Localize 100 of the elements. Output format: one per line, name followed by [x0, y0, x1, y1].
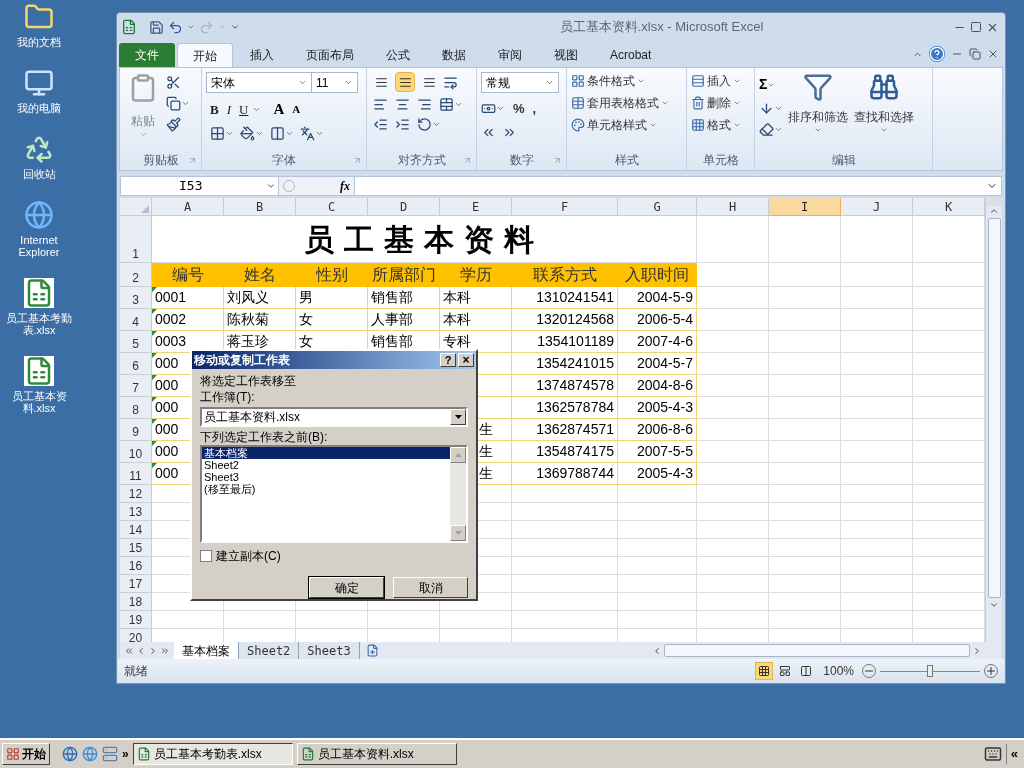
- view-button[interactable]: [755, 662, 774, 680]
- sheet-list-item[interactable]: (移至最后): [202, 483, 450, 495]
- row-number[interactable]: 9: [132, 424, 139, 440]
- scroll-down-icon[interactable]: [989, 600, 999, 610]
- cells-menu-button[interactable]: 插入: [691, 72, 741, 90]
- desktop-icon-label[interactable]: 员工基本考勤表.xlsx: [0, 312, 78, 336]
- keyboard-icon[interactable]: [983, 745, 1002, 763]
- column-header[interactable]: A: [152, 198, 224, 216]
- row-number[interactable]: 1: [132, 246, 139, 262]
- ribbon-tab[interactable]: 开始: [177, 43, 233, 67]
- ribbon-tab[interactable]: 页面布局: [291, 43, 369, 67]
- font-size-field[interactable]: 11: [312, 72, 358, 93]
- number-style-button[interactable]: ,: [532, 99, 537, 119]
- row-number[interactable]: 2: [132, 270, 139, 286]
- spreadsheet-file-icon[interactable]: [24, 356, 54, 386]
- brush-icon[interactable]: [166, 117, 181, 132]
- phonetic-guide-icon[interactable]: [300, 125, 315, 141]
- caret-icon[interactable]: [880, 126, 888, 134]
- browser-icon[interactable]: [82, 746, 98, 762]
- row-number[interactable]: 7: [132, 380, 139, 396]
- dialog-launcher-icon[interactable]: [553, 156, 562, 165]
- editing-menu-button[interactable]: 排序和筛选: [788, 108, 848, 126]
- checkbox[interactable]: [200, 550, 212, 562]
- autosum-button[interactable]: Σ: [759, 74, 768, 95]
- server-icon[interactable]: [102, 746, 118, 762]
- recycle-bin-icon[interactable]: [24, 134, 54, 164]
- desktop-icon-label[interactable]: 我的电脑: [17, 102, 61, 114]
- caret-icon[interactable]: [814, 126, 822, 134]
- column-header[interactable]: I: [769, 198, 841, 216]
- paste-button[interactable]: 粘贴: [131, 112, 155, 130]
- indent-icon[interactable]: [395, 117, 410, 132]
- more-button[interactable]: »: [122, 745, 129, 763]
- dialog-launcher-icon[interactable]: [463, 156, 472, 165]
- bold-button[interactable]: B: [210, 99, 219, 119]
- dialog-launcher-icon[interactable]: [353, 156, 362, 165]
- ribbon-tab[interactable]: 审阅: [483, 43, 537, 67]
- row-number[interactable]: 3: [132, 292, 139, 308]
- italic-button[interactable]: I: [226, 99, 231, 119]
- scroll-thumb[interactable]: [987, 218, 1001, 598]
- zoom-level[interactable]: 100%: [823, 662, 854, 680]
- ribbon-tab[interactable]: 公式: [371, 43, 425, 67]
- sort-filter-icon[interactable]: [803, 72, 833, 102]
- underline-button[interactable]: U: [239, 99, 249, 119]
- ok-button[interactable]: 确定: [309, 577, 384, 598]
- workbook-dropdown[interactable]: 员工基本资料.xlsx: [200, 407, 468, 427]
- fill-icon[interactable]: [759, 101, 774, 116]
- scroll-left-icon[interactable]: [652, 645, 662, 656]
- spreadsheet-app-icon[interactable]: [121, 19, 137, 35]
- desktop-icon-label[interactable]: 员工基本资料.xlsx: [0, 390, 78, 414]
- column-header[interactable]: G: [618, 198, 697, 216]
- font-color-icon[interactable]: [270, 125, 285, 141]
- column-header[interactable]: C: [296, 198, 368, 216]
- row-number[interactable]: 6: [132, 358, 139, 374]
- caret-icon[interactable]: [774, 125, 783, 134]
- desktop-icon-label[interactable]: 回收站: [22, 168, 56, 180]
- row-number[interactable]: 4: [132, 314, 139, 330]
- zoom-slider[interactable]: [880, 665, 980, 677]
- align-right-icon[interactable]: [417, 97, 432, 112]
- row-number[interactable]: 8: [132, 402, 139, 418]
- sheet-list-item[interactable]: Sheet3: [202, 471, 450, 483]
- wrap-text-icon[interactable]: [443, 74, 458, 90]
- save-icon[interactable]: [149, 19, 164, 35]
- tray-expand-button[interactable]: «: [1005, 744, 1022, 764]
- sheet-tab[interactable]: Sheet3: [299, 642, 360, 659]
- split-handle[interactable]: [986, 198, 1002, 206]
- cells-menu-button[interactable]: 格式: [691, 116, 741, 134]
- last-sheet-icon[interactable]: [160, 645, 170, 656]
- caret-icon[interactable]: [187, 23, 195, 31]
- column-header[interactable]: B: [224, 198, 296, 216]
- sheet-list-item[interactable]: 基本档案: [202, 447, 450, 459]
- caret-icon[interactable]: [774, 104, 783, 113]
- column-header[interactable]: F: [512, 198, 618, 216]
- zoom-slider-thumb[interactable]: [927, 665, 933, 677]
- merge-icon[interactable]: [439, 97, 454, 112]
- cancel-button[interactable]: 取消: [393, 577, 468, 598]
- scroll-up-icon[interactable]: [989, 206, 999, 216]
- taskbar-button[interactable]: 员工基本考勤表.xlsx: [132, 743, 293, 765]
- outdent-icon[interactable]: [373, 117, 388, 132]
- style-menu-button[interactable]: 套用表格格式: [571, 94, 669, 112]
- number-format-field[interactable]: 常规: [481, 72, 559, 93]
- cells-menu-button[interactable]: 删除: [691, 94, 741, 112]
- ribbon-tab[interactable]: 视图: [539, 43, 593, 67]
- sheet-list-item[interactable]: Sheet2: [202, 459, 450, 471]
- insert-sheet-icon[interactable]: [365, 644, 379, 657]
- help-icon[interactable]: [929, 46, 945, 62]
- binoculars-icon[interactable]: [869, 72, 899, 102]
- align-left-icon[interactable]: [373, 97, 388, 112]
- close-button[interactable]: ×: [458, 353, 474, 367]
- zoom-in-icon[interactable]: [984, 664, 998, 678]
- vertical-align-button[interactable]: [395, 72, 415, 92]
- column-header[interactable]: E: [440, 198, 512, 216]
- taskbar-button[interactable]: 员工基本资料.xlsx: [296, 743, 457, 765]
- font-name-field[interactable]: 宋体: [206, 72, 312, 93]
- ribbon-tab[interactable]: 文件: [119, 43, 175, 67]
- scissors-icon[interactable]: [166, 75, 181, 90]
- sheet-tab[interactable]: Sheet2: [239, 642, 300, 659]
- caret-icon[interactable]: [432, 120, 441, 129]
- orientation-icon[interactable]: [417, 117, 432, 132]
- desktop-icon-label[interactable]: 我的文档: [17, 36, 61, 48]
- row-number[interactable]: 5: [132, 336, 139, 352]
